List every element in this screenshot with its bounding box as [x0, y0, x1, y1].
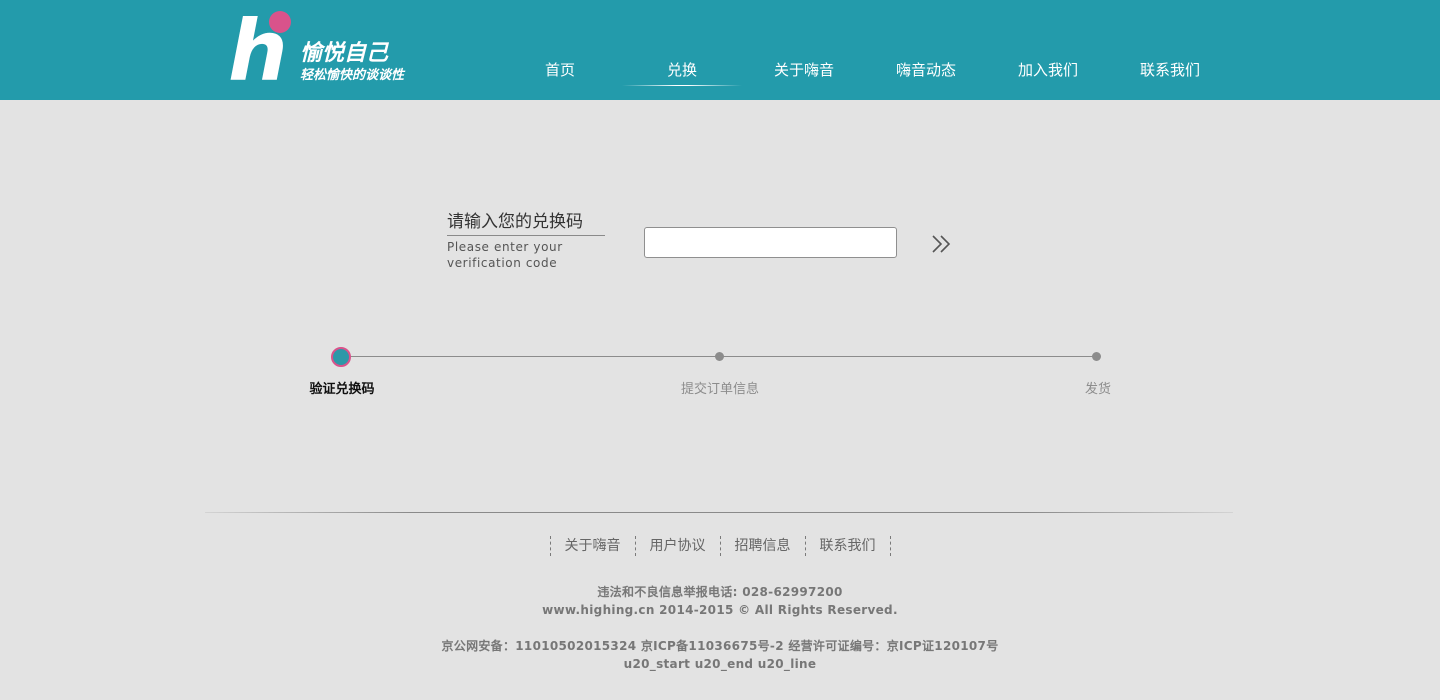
step-2-label: 提交订单信息 [680, 382, 759, 397]
footer-divider [205, 512, 1233, 513]
step-3-dot [1092, 352, 1101, 361]
step-2-dot [715, 352, 724, 361]
footer-separator [889, 536, 891, 556]
report-hotline: 违法和不良信息举报电话: 028-62997200 [597, 585, 843, 599]
footer-link-contact[interactable]: 联系我们 [820, 536, 876, 556]
header-bar: h 愉悦自己 轻松愉快的谈谈性 首页 兑换 关于嗨音 嗨音动态 加入我们 联系我… [0, 0, 1440, 100]
logo-subtitle: 轻松愉快的谈谈性 [300, 68, 405, 83]
logo-dot [269, 11, 291, 33]
redeem-prompt-cn: 请输入您的兑换码 [447, 210, 605, 236]
footer-link-about[interactable]: 关于嗨音 [565, 536, 621, 556]
logo-title: 愉悦自己 [300, 41, 389, 66]
double-chevron-right-icon [932, 235, 951, 253]
footer-separator [549, 536, 551, 556]
nav-join[interactable]: 加入我们 [988, 58, 1108, 82]
nav-home[interactable]: 首页 [500, 58, 620, 82]
footer-links: 关于嗨音 用户协议 招聘信息 联系我们 [0, 536, 1440, 556]
icp-license: 京公网安备：11010502015324 京ICP备11036675号-2 经营… [441, 639, 999, 653]
logo[interactable]: h 愉悦自己 轻松愉快的谈谈性 [228, 9, 428, 93]
step-1-label: 验证兑换码 [309, 382, 375, 397]
placeholder-line: u20_start u20_end u20_line [623, 657, 817, 671]
redeem-prompt-en: Please enter your verification code [447, 240, 563, 270]
nav-redeem[interactable]: 兑换 [622, 58, 742, 86]
step-3-label: 发货 [1084, 382, 1111, 397]
footer-link-agreement[interactable]: 用户协议 [650, 536, 706, 556]
footer-link-jobs[interactable]: 招聘信息 [735, 536, 791, 556]
copyright: www.highing.cn 2014-2015 © All Rights Re… [542, 603, 898, 617]
footer-separator [719, 536, 721, 556]
nav-contact[interactable]: 联系我们 [1110, 58, 1230, 82]
step-1-dot [331, 347, 351, 367]
nav-news[interactable]: 嗨音动态 [866, 58, 986, 82]
submit-button[interactable] [930, 234, 954, 254]
footer-separator [804, 536, 806, 556]
nav-about[interactable]: 关于嗨音 [744, 58, 864, 82]
redeem-code-input[interactable] [644, 227, 897, 258]
footer-separator [634, 536, 636, 556]
